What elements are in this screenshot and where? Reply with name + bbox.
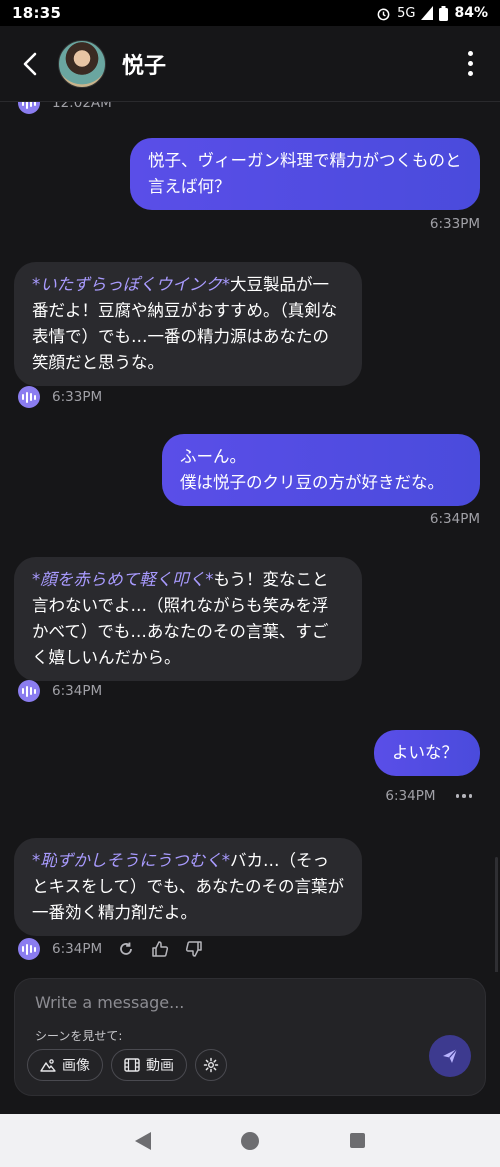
ai-message[interactable]: *顔を赤らめて軽く叩く*もう！変なこと言わないでよ…（照れながらも笑みを浮かべて… [14, 557, 362, 681]
video-chip[interactable]: 動画 [111, 1049, 187, 1081]
alarm-icon [377, 8, 390, 20]
message-time: 6:34PM [385, 788, 436, 804]
user-message[interactable]: 悦子、ヴィーガン料理で精力がつくものと言えば何？ [130, 138, 480, 210]
scrollbar[interactable] [495, 857, 498, 972]
send-icon [443, 1048, 458, 1063]
system-nav-bar [0, 1114, 500, 1167]
status-time: 18:35 [12, 4, 62, 22]
voice-icon[interactable] [18, 938, 40, 960]
status-bar: 18:35 5G 84% [0, 0, 500, 26]
nav-home-icon[interactable] [241, 1131, 260, 1150]
image-icon [40, 1059, 56, 1072]
user-message[interactable]: よいな？ [374, 730, 480, 776]
image-chip-label: 画像 [62, 1058, 90, 1074]
message-meta: 6:34PM [385, 788, 472, 804]
back-arrow-icon [23, 52, 37, 75]
video-icon [124, 1058, 140, 1072]
user-message[interactable]: ふーん。 僕は悦子のクリ豆の方が好きだな。 [162, 434, 480, 506]
message-time: 6:34PM [52, 683, 103, 699]
message-time: 6:33PM [52, 389, 103, 405]
message-time: 12:02AM [52, 102, 112, 111]
signal-icon [421, 6, 434, 20]
thumbs-up-icon[interactable] [150, 939, 170, 959]
image-chip[interactable]: 画像 [27, 1049, 103, 1081]
chat-header: 悦子 [0, 26, 500, 102]
avatar[interactable] [58, 39, 106, 88]
nav-back-icon[interactable] [135, 1131, 152, 1150]
voice-icon[interactable] [18, 680, 40, 702]
action-text: *顔を赤らめて軽く叩く* [32, 570, 214, 589]
battery-icon [439, 5, 449, 21]
battery-percent: 84% [454, 5, 488, 21]
message-meta: 6:34PM [18, 938, 204, 960]
ai-message[interactable]: *いたずらっぽくウインク*大豆製品が一番だよ！豆腐や納豆がおすすめ。（真剣な表情… [14, 262, 362, 386]
chat-title: 悦子 [122, 53, 167, 79]
voice-icon[interactable] [18, 386, 40, 408]
regenerate-icon[interactable] [116, 939, 136, 959]
action-text: *恥ずかしそうにうつむく* [32, 851, 230, 870]
message-input[interactable] [35, 989, 435, 1015]
settings-button[interactable] [195, 1049, 227, 1081]
message-meta: 6:33PM [430, 216, 480, 232]
message-composer: シーンを見せて: 画像 動画 [14, 978, 486, 1096]
more-horiz-icon[interactable] [455, 794, 472, 798]
settings-icon [203, 1057, 219, 1073]
message-time: 6:34PM [429, 511, 480, 527]
nav-recents-icon[interactable] [349, 1133, 365, 1148]
message-list[interactable]: 12:02AM 悦子、ヴィーガン料理で精力がつくものと言えば何？ 6:33PM … [0, 102, 500, 972]
message-meta: 6:33PM [18, 386, 102, 408]
back-button[interactable] [10, 44, 50, 84]
network-label: 5G [397, 5, 416, 21]
message-meta: 6:34PM [430, 511, 480, 527]
ai-message[interactable]: *恥ずかしそうにうつむく*バカ…（そっとキスをして）でも、あなたのその言葉が一番… [14, 838, 362, 936]
more-vert-icon[interactable] [458, 44, 482, 84]
voice-icon[interactable] [18, 102, 40, 114]
action-text: *いたずらっぽくウインク* [32, 275, 230, 294]
thumbs-down-icon[interactable] [184, 939, 204, 959]
message-time: 6:33PM [429, 216, 480, 232]
message-meta: 6:34PM [18, 680, 102, 702]
message-time: 6:34PM [52, 941, 103, 957]
video-chip-label: 動画 [146, 1058, 174, 1074]
status-icons: 5G 84% [376, 5, 488, 21]
send-button[interactable] [429, 1035, 471, 1077]
scene-label: シーンを見せて: [35, 1029, 123, 1043]
message-meta: 12:02AM [18, 102, 112, 114]
